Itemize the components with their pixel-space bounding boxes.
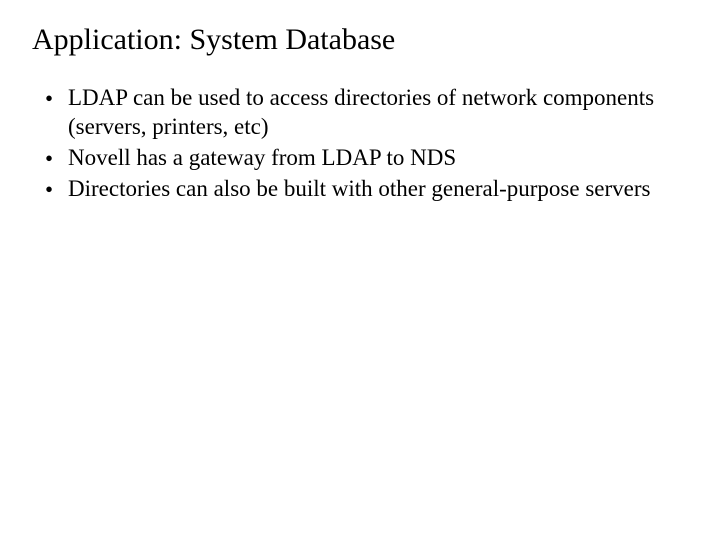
bullet-icon: • [30, 175, 68, 205]
slide: Application: System Database • LDAP can … [0, 0, 720, 540]
bullet-list: • LDAP can be used to access directories… [30, 84, 690, 205]
bullet-icon: • [30, 84, 68, 114]
slide-title: Application: System Database [32, 22, 690, 58]
bullet-icon: • [30, 144, 68, 174]
list-item: • Novell has a gateway from LDAP to NDS [30, 144, 690, 174]
bullet-text: Directories can also be built with other… [68, 175, 690, 204]
bullet-text: Novell has a gateway from LDAP to NDS [68, 144, 690, 173]
list-item: • Directories can also be built with oth… [30, 175, 690, 205]
bullet-text: LDAP can be used to access directories o… [68, 84, 690, 142]
list-item: • LDAP can be used to access directories… [30, 84, 690, 142]
